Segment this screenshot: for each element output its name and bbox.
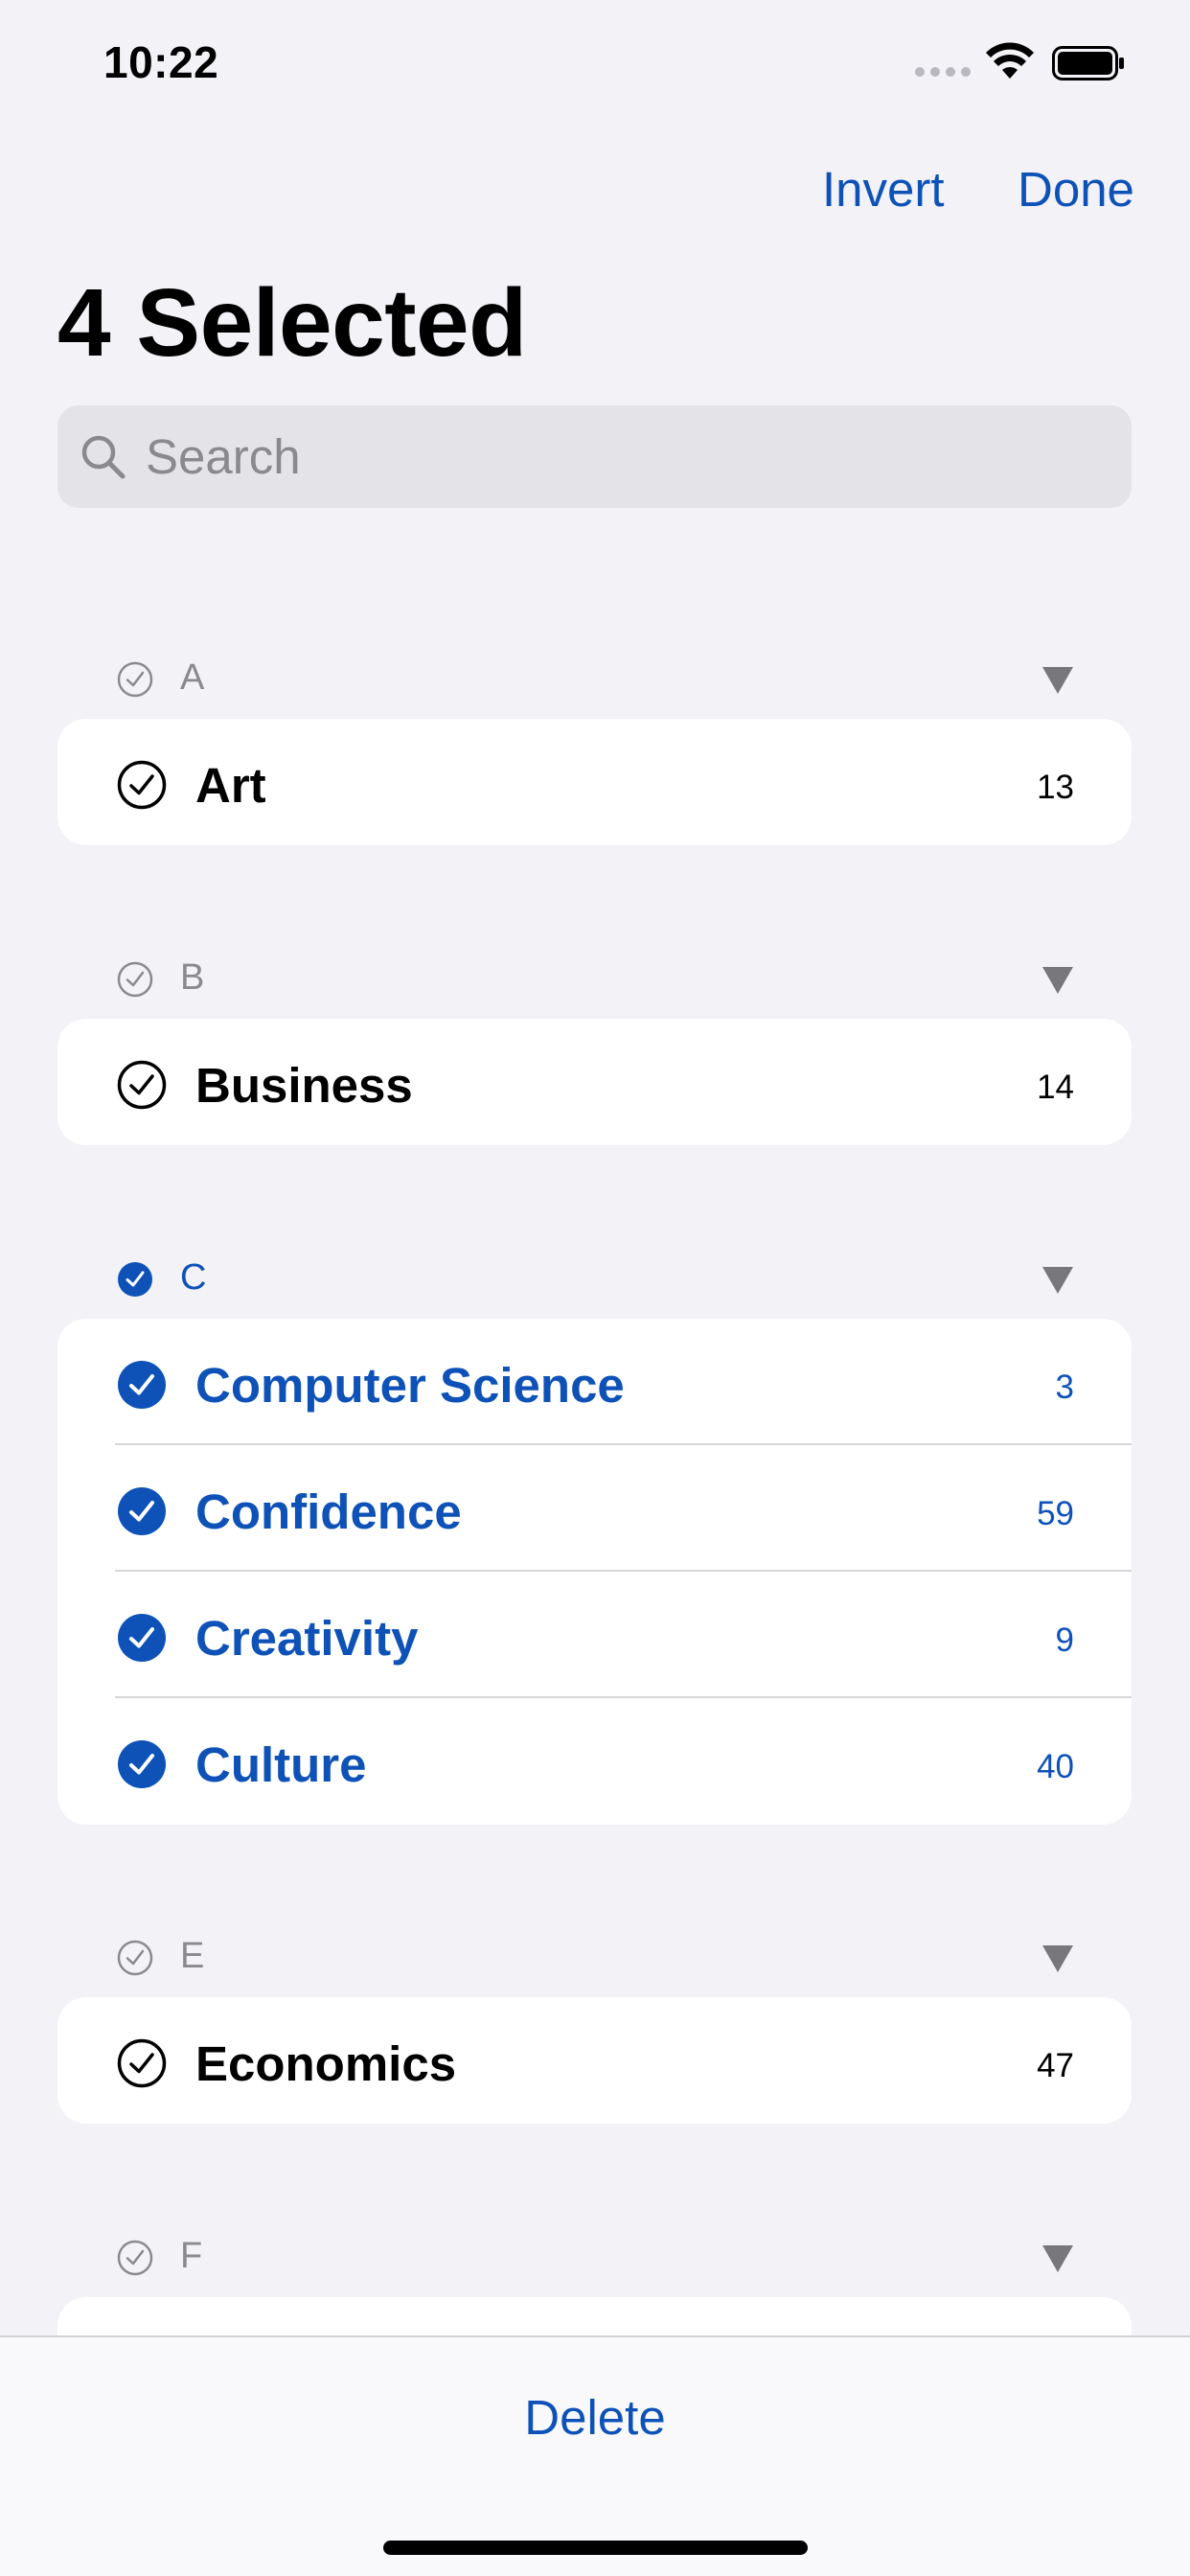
list-item[interactable]: Economics 47 (57, 1997, 1132, 2124)
circle-check-filled-icon (118, 1740, 166, 1788)
circle-check-filled-icon[interactable] (117, 1261, 153, 1298)
section-header: A (57, 632, 1132, 719)
item-label: Confidence (195, 1484, 462, 1539)
item-count: 3 (1055, 1368, 1074, 1406)
search-input[interactable] (146, 405, 1113, 508)
item-label: Economics (195, 2036, 457, 2091)
status-bar: 10:22 (0, 0, 1190, 134)
item-count: 59 (1037, 1495, 1074, 1532)
search-icon (81, 435, 126, 479)
circle-check-icon[interactable] (117, 661, 153, 698)
section-letter: B (180, 957, 205, 998)
item-label: Computer Science (195, 1358, 625, 1413)
list-item[interactable]: Computer Science 3 (57, 1319, 1132, 1445)
item-label: Culture (195, 1737, 367, 1792)
section-a: A Art 13 (57, 632, 1132, 845)
section-b: B Business 14 (57, 932, 1132, 1145)
wifi-icon (986, 42, 1034, 79)
item-label: Business (195, 1058, 413, 1113)
section-card: Business 14 (57, 1019, 1132, 1145)
section-card: Computer Science 3 Confidence 59 Creativ… (57, 1319, 1132, 1825)
circle-check-icon[interactable] (117, 1940, 153, 1976)
section-header: E (57, 1911, 1132, 1997)
home-indicator[interactable] (383, 2541, 808, 2555)
invert-button[interactable]: Invert (822, 161, 945, 218)
bottom-toolbar: Delete (0, 2335, 1190, 2576)
triangle-down-icon[interactable] (1041, 1265, 1075, 1296)
delete-button[interactable]: Delete (0, 2389, 1190, 2446)
section-letter: C (180, 1257, 207, 1298)
section-card: Economics 47 (57, 1997, 1132, 2124)
item-count: 13 (1037, 769, 1074, 806)
item-count: 47 (1037, 2047, 1074, 2084)
circle-check-filled-icon (118, 1361, 166, 1409)
circle-check-icon[interactable] (117, 2240, 153, 2276)
list-item[interactable]: Confidence 59 (57, 1445, 1132, 1572)
triangle-down-icon[interactable] (1041, 2243, 1075, 2274)
item-count: 40 (1037, 1748, 1074, 1785)
section-c: C Computer Science 3 Confidence 59 Creat… (57, 1232, 1132, 1825)
circle-check-filled-icon (118, 1614, 166, 1662)
list-item[interactable]: Creativity 9 (57, 1572, 1132, 1698)
circle-check-icon (117, 2038, 167, 2088)
circle-check-icon (117, 760, 167, 810)
list-item[interactable]: Business 14 (57, 1019, 1132, 1145)
section-letter: F (180, 2236, 203, 2276)
section-header: F (57, 2211, 1132, 2297)
section-letter: A (180, 657, 205, 698)
item-label: Art (195, 758, 266, 813)
circle-check-filled-icon (118, 1487, 166, 1535)
page-title: 4 Selected (57, 269, 527, 377)
battery-icon (1052, 46, 1124, 80)
done-button[interactable]: Done (1018, 161, 1134, 218)
triangle-down-icon[interactable] (1041, 665, 1075, 696)
circle-check-icon[interactable] (117, 961, 153, 998)
list-item[interactable]: Art 13 (57, 719, 1132, 845)
section-card: Art 13 (57, 719, 1132, 845)
search-bar[interactable] (57, 405, 1132, 508)
section-header: C (57, 1232, 1132, 1319)
item-count: 14 (1037, 1069, 1074, 1106)
item-label: Creativity (195, 1611, 419, 1666)
section-letter: E (180, 1936, 205, 1976)
section-header: B (57, 932, 1132, 1019)
item-count: 9 (1055, 1622, 1074, 1659)
cellular-signal-icon (915, 67, 971, 77)
section-e: E Economics 47 (57, 1911, 1132, 2124)
triangle-down-icon[interactable] (1041, 1944, 1075, 1974)
status-time: 10:22 (103, 37, 219, 87)
list-item[interactable]: Culture 40 (57, 1698, 1132, 1825)
circle-check-icon (117, 1060, 167, 1110)
triangle-down-icon[interactable] (1041, 965, 1075, 996)
